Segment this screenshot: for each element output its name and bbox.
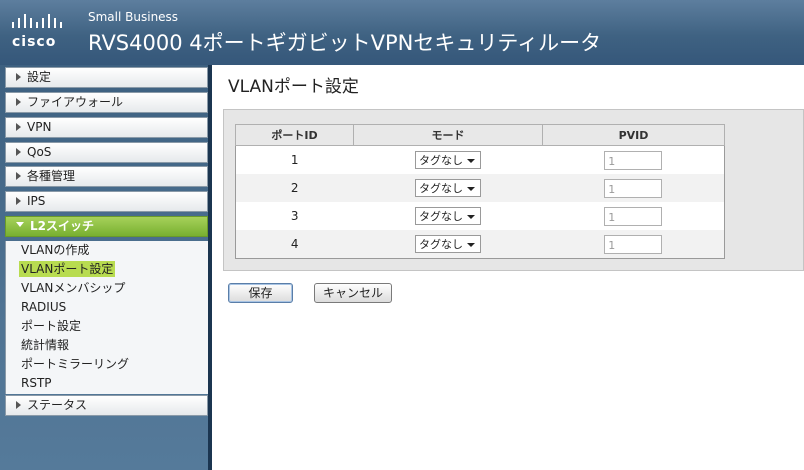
port-id-cell: 3 [290,209,299,223]
column-header-port-id: ポートID [235,124,354,146]
expand-arrow-icon [16,400,21,409]
table-header-row: ポートID モード PVID [235,124,725,146]
mode-select[interactable]: タグなし [415,179,481,197]
sidebar-item-label: L2スイッチ [30,219,94,233]
dropdown-arrow-icon [467,187,475,191]
submenu-item-port-settings[interactable]: ポート設定 [21,318,81,334]
save-button[interactable]: 保存 [228,283,293,303]
mode-select[interactable]: タグなし [415,235,481,253]
port-id-cell: 4 [235,230,354,259]
table-row: 4 タグなし 1 [235,230,725,259]
sidebar-item-label: 各種管理 [27,169,76,183]
sidebar-item-label: ファイアウォール [27,95,124,109]
small-business-label: Small Business [88,10,179,24]
submenu-item-rstp[interactable]: RSTP [21,375,52,391]
expand-arrow-icon [16,171,21,180]
product-title: RVS4000 4ポートギガビットVPNセキュリティルータ [88,31,602,55]
mode-cell: タグなし [353,174,543,202]
sidebar-item-ips[interactable]: IPS [5,191,208,212]
pvid-input[interactable]: 1 [604,150,663,170]
sidebar-item-label: ステータス [27,398,88,412]
settings-panel: ポートID モード PVID 1 タグなし 1 2 タグなし 1 3 タグなし … [223,109,804,271]
mode-cell: タグなし [354,202,543,230]
column-header-pvid: PVID [542,124,725,146]
mode-select-value: タグなし [419,182,463,195]
submenu-item-vlan-create[interactable]: VLANの作成 [21,242,89,258]
pvid-input[interactable]: 1 [604,234,663,254]
pvid-input[interactable]: 1 [604,206,663,226]
mode-select[interactable]: タグなし [415,151,481,169]
table-row: 2 タグなし 1 [235,174,725,202]
main-content: VLANポート設定 ポートID モード PVID 1 タグなし 1 2 タグなし [212,65,804,470]
cancel-button[interactable]: キャンセル [314,283,392,303]
port-id-cell: 2 [235,174,354,202]
column-header-mode: モード [353,124,543,146]
expand-arrow-icon [16,147,21,156]
vlan-port-table: ポートID モード PVID 1 タグなし 1 2 タグなし 1 3 タグなし … [235,124,725,259]
expand-arrow-icon [16,72,21,81]
sidebar-item-label: QoS [27,145,52,159]
mode-select-value: タグなし [419,210,463,223]
submenu-item-vlan-port-settings[interactable]: VLANポート設定 [19,261,116,277]
mode-select[interactable]: タグなし [415,207,481,225]
dropdown-arrow-icon [467,159,475,163]
mode-select-value: タグなし [419,238,463,251]
table-row: 1 タグなし 1 [236,146,725,175]
expand-arrow-icon [16,196,21,205]
mode-cell: タグなし [353,230,543,259]
cisco-logo: cisco [12,14,62,50]
pvid-input[interactable]: 1 [604,178,663,198]
app-header: cisco Small Business RVS4000 4ポートギガビットVP… [0,0,804,65]
pvid-cell: 1 [543,202,725,230]
sidebar-item-qos[interactable]: QoS [5,142,208,163]
sidebar-item-firewall[interactable]: ファイアウォール [5,92,208,113]
submenu-item-vlan-membership[interactable]: VLANメンバシップ [21,280,125,296]
expand-arrow-icon [16,122,21,131]
submenu-item-radius[interactable]: RADIUS [21,299,66,315]
sidebar-item-admin[interactable]: 各種管理 [5,166,208,187]
sidebar-item-l2-switch[interactable]: L2スイッチ [5,216,208,237]
dropdown-arrow-icon [467,215,475,219]
sidebar-item-label: IPS [27,194,46,208]
pvid-cell: 1 [543,146,725,175]
pvid-cell: 1 [542,174,725,202]
svg-text:cisco: cisco [12,34,56,50]
sidebar-item-status[interactable]: ステータス [5,395,208,416]
pvid-cell: 1 [542,230,725,259]
collapse-arrow-icon [16,222,24,227]
submenu-item-port-mirroring[interactable]: ポートミラーリング [21,356,129,372]
sidebar-item-vpn[interactable]: VPN [5,117,208,138]
sidebar-item-setup[interactable]: 設定 [5,67,208,88]
l2-switch-submenu: VLANの作成 VLANポート設定 VLANメンバシップ RADIUS ポート設… [5,241,209,394]
table-row: 3 タグなし 1 [236,202,725,230]
page-title: VLANポート設定 [228,77,359,97]
submenu-item-statistics[interactable]: 統計情報 [21,337,69,353]
mode-cell: タグなし [354,146,543,175]
mode-select-value: タグなし [419,154,463,167]
expand-arrow-icon [16,97,21,106]
port-id-cell: 1 [290,153,299,167]
dropdown-arrow-icon [467,243,475,247]
sidebar-item-label: 設定 [27,70,52,84]
sidebar-item-label: VPN [27,120,52,134]
